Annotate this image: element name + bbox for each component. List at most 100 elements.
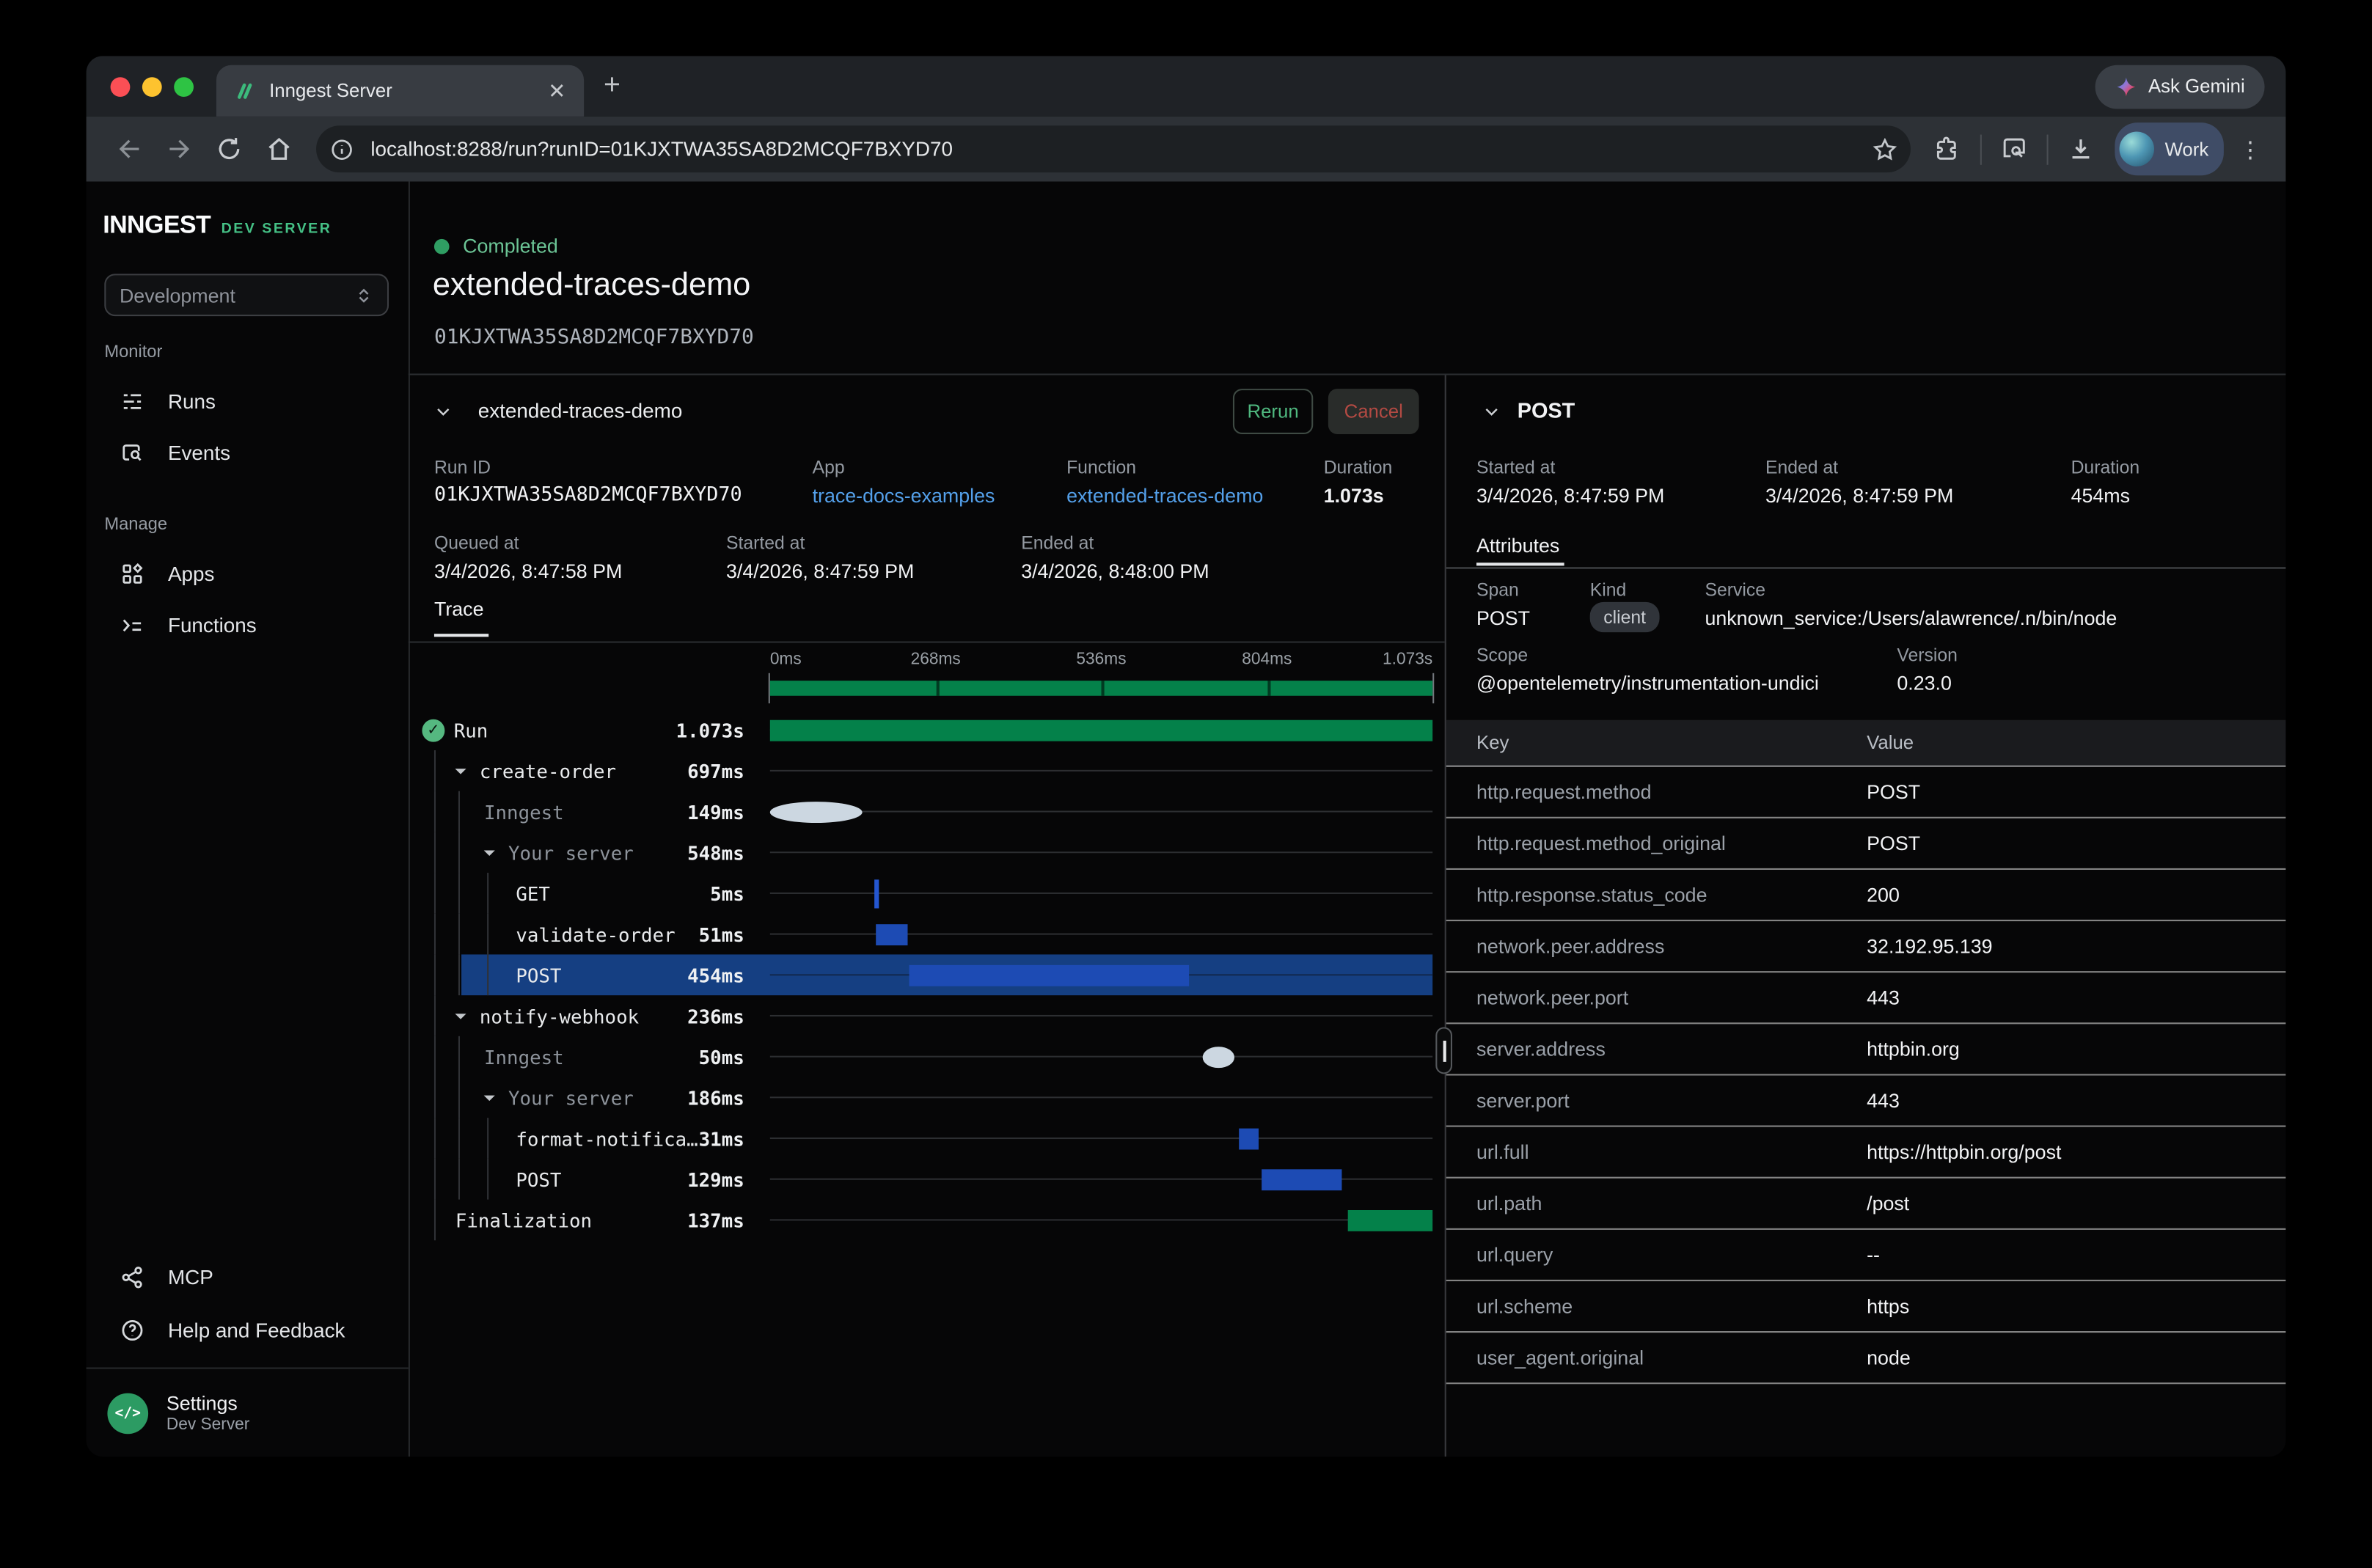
span-duration: 129ms [590,1168,744,1190]
trace-row-get[interactable]: GET5ms [409,873,1445,914]
attribute-row[interactable]: url.path/post [1446,1179,2286,1230]
tree-guide [487,914,488,955]
site-info-icon[interactable] [323,131,360,167]
row-chevron-icon[interactable] [453,1008,469,1025]
extensions-icon[interactable] [1933,135,1962,164]
trace-row-post[interactable]: POST129ms [409,1159,1445,1200]
sidebar-item-runs[interactable]: Runs [87,375,409,427]
timeline-minimap[interactable] [770,681,1432,696]
run-card-title[interactable]: extended-traces-demo [478,400,683,422]
function-link[interactable]: extended-traces-demo [1066,483,1263,508]
span-bar[interactable] [876,923,907,945]
cancel-button[interactable]: Cancel [1328,389,1419,434]
status-label: Completed [463,235,558,257]
trace-row-finalization[interactable]: Finalization137ms [409,1200,1445,1241]
attribute-row[interactable]: http.response.status_code200 [1446,870,2286,921]
browser-tab[interactable]: Inngest Server ✕ [216,65,584,117]
span-duration-field: Duration 454ms [2071,457,2140,508]
sidebar-item-apps[interactable]: Apps [87,548,409,599]
trace-row-your-server[interactable]: Your server548ms [409,832,1445,873]
attribute-row[interactable]: http.request.methodPOST [1446,767,2286,818]
span-bar[interactable] [909,964,1189,986]
attribute-row[interactable]: url.query-- [1446,1230,2286,1281]
span-bar[interactable] [874,879,879,907]
sidebar-item-functions[interactable]: Functions [87,599,409,651]
attribute-row[interactable]: server.addresshttpbin.org [1446,1024,2286,1075]
attribute-row[interactable]: url.schemehttps [1446,1281,2286,1333]
row-chevron-icon[interactable] [453,763,469,780]
rerun-button[interactable]: Rerun [1233,389,1313,434]
attribute-row[interactable]: network.peer.port443 [1446,972,2286,1024]
lane-gridline [770,1056,1432,1058]
browser-menu-icon[interactable]: ⋮ [2239,136,2262,163]
minimize-window-button[interactable] [142,76,162,96]
tab-trace[interactable]: Trace [434,598,484,622]
main-content: Completed extended-traces-demo 01KJXTWA3… [409,182,2286,1457]
sidebar-item-label: Apps [168,562,214,585]
row-chevron-icon[interactable] [481,844,498,861]
collapse-chevron-icon[interactable] [434,403,453,421]
trace-row-create-order[interactable]: create-order697ms [409,750,1445,791]
url-text[interactable]: localhost:8288/run?runID=01KJXTWA35SA8D2… [370,138,1871,161]
tree-guide [434,1118,436,1159]
span-ended-field: Ended at 3/4/2026, 8:47:59 PM [1765,457,1953,508]
download-icon[interactable] [2067,135,2095,164]
sidebar-item-mcp[interactable]: MCP [87,1251,409,1304]
reading-mode-icon[interactable] [2000,135,2029,164]
forward-icon[interactable] [165,135,194,164]
trace-row-notify-webhook[interactable]: notify-webhook236ms [409,995,1445,1036]
trace-row-post[interactable]: POST454ms [409,954,1445,995]
reload-icon[interactable] [215,135,244,164]
tab-close-icon[interactable]: ✕ [542,77,572,104]
ask-gemini-button[interactable]: Ask Gemini [2095,65,2265,109]
row-chevron-icon[interactable] [481,1089,498,1106]
tab-attributes[interactable]: Attributes [1476,534,1559,558]
span-kind-field: Kind client [1590,579,1660,632]
address-bar[interactable]: localhost:8288/run?runID=01KJXTWA35SA8D2… [316,125,1911,172]
span-bar[interactable] [1348,1209,1433,1231]
value-column-header: Value [1867,732,2285,753]
attributes-divider [1446,567,2286,568]
sidebar-item-settings[interactable]: </> Settings Dev Server [87,1368,409,1457]
sidebar-item-events[interactable]: Events [87,427,409,478]
bookmark-star-icon[interactable] [1871,136,1898,163]
span-bar[interactable] [1262,1168,1341,1190]
attribute-row[interactable]: user_agent.originalnode [1446,1333,2286,1384]
timeline-end-marker [1432,673,1434,703]
tree-guide [458,832,460,873]
attribute-row[interactable]: url.fullhttps://httpbin.org/post [1446,1127,2286,1179]
trace-row-your-server[interactable]: Your server186ms [409,1077,1445,1118]
maximize-window-button[interactable] [174,76,194,96]
scrollbar-thumb[interactable] [1435,1027,1452,1074]
span-bar[interactable] [770,801,863,822]
attribute-row[interactable]: network.peer.address32.192.95.139 [1446,921,2286,972]
attribute-key: network.peer.port [1446,986,1867,1009]
attribute-key: url.path [1446,1192,1867,1215]
attribute-key: http.request.method [1446,780,1867,803]
app-link[interactable]: trace-docs-examples [813,483,995,508]
span-bar[interactable] [1239,1128,1258,1149]
home-icon[interactable] [265,135,293,164]
attribute-row[interactable]: http.request.method_originalPOST [1446,818,2286,870]
sidebar-item-label: Runs [168,389,216,412]
trace-row-format-notifica-[interactable]: format-notifica…31ms [409,1118,1445,1159]
trace-row-run[interactable]: ✓Run1.073s [409,709,1445,750]
sidebar: INNGEST DEV SERVER Development MonitorRu… [87,182,410,1457]
trace-row-validate-order[interactable]: validate-order51ms [409,914,1445,955]
attribute-key: http.request.method_original [1446,832,1867,854]
environment-selector[interactable]: Development [104,274,389,316]
profile-chip[interactable]: Work [2115,122,2224,175]
attribute-value: https://httpbin.org/post [1867,1140,2285,1163]
trace-row-inngest[interactable]: Inngest149ms [409,791,1445,832]
span-label: Span [1476,579,1530,601]
attribute-key: server.address [1446,1038,1867,1060]
close-window-button[interactable] [111,76,131,96]
span-bar[interactable] [1203,1046,1234,1067]
attribute-row[interactable]: server.port443 [1446,1075,2286,1126]
span-collapse-chevron-icon[interactable] [1482,403,1501,421]
back-icon[interactable] [115,135,144,164]
span-bar[interactable] [770,719,1432,741]
new-tab-button[interactable]: + [604,70,621,103]
trace-row-inngest[interactable]: Inngest50ms [409,1036,1445,1077]
sidebar-item-help-and-feedback[interactable]: Help and Feedback [87,1304,409,1357]
